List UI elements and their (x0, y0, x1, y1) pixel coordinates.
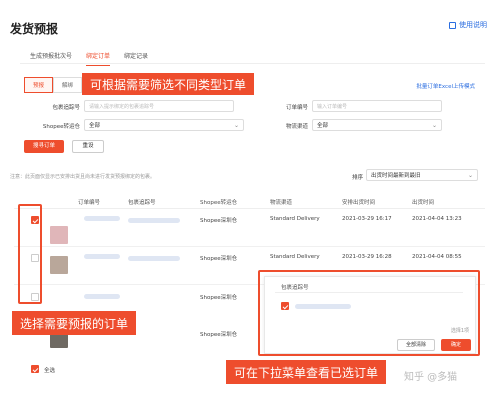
order-number-blurred (84, 216, 120, 221)
channel-select[interactable]: 全部 ⌄ (312, 119, 442, 131)
tabs-divider (20, 63, 485, 64)
help-link-label: 使用说明 (459, 21, 487, 29)
chevron-down-icon: ⌄ (431, 121, 437, 129)
select-all-checkbox[interactable] (31, 365, 39, 373)
notice-text: 注意：此页面仅显示已安排出货且尚未进行发货预报绑定的包裹。 (10, 174, 156, 180)
product-thumbnail (50, 226, 68, 244)
watermark: 知乎 @多猫 (404, 372, 458, 383)
order-number-input[interactable]: 输入订单编号 (312, 100, 442, 112)
package-tracking-input[interactable]: 请输入提示绑定的包裹追踪号 (84, 100, 234, 112)
row-ship-time: 2021-04-04 13:23 (412, 216, 462, 222)
subtab-unbind[interactable]: 解绑 (53, 77, 83, 93)
reset-button[interactable]: 重设 (72, 140, 104, 153)
sort-select[interactable]: 出货时间最新到最旧 ⌄ (366, 169, 478, 181)
row-arrange-time: 2021-03-29 16:28 (342, 254, 392, 260)
order-number-label: 订单编号 (285, 105, 308, 111)
column-header-warehouse: Shopee转运仓 (200, 200, 238, 206)
row-channel: Standard Delivery (270, 216, 320, 222)
chevron-down-icon: ⌄ (467, 171, 473, 179)
help-doc-icon (449, 21, 456, 29)
sort-select-value: 出货时间最新到最旧 (371, 173, 421, 179)
callout-select-orders: 选择需要预报的订单 (12, 311, 137, 335)
row-warehouse: Shopee深圳仓 (200, 218, 238, 224)
callout-filter: 可根据需要筛选不同类型订单 (82, 73, 255, 95)
order-number-blurred (84, 254, 120, 259)
select-all-label: 全选 (44, 368, 56, 374)
row-arrange-time: 2021-03-29 16:17 (342, 216, 392, 222)
page-title: 发货预报 (10, 22, 59, 36)
column-header-ship-time: 出货时间 (412, 200, 435, 206)
column-header-tracking: 包裹追踪号 (128, 200, 156, 206)
column-header-channel: 物流渠道 (270, 200, 293, 206)
subtab-forecast[interactable]: 预报 (24, 77, 54, 93)
channel-label: 物流渠道 (285, 124, 308, 130)
subtabs: 预报 解绑 (24, 77, 83, 93)
package-tracking-label: 包裹追踪号 (52, 105, 80, 111)
product-thumbnail (50, 256, 68, 274)
column-header-arrange-time: 安排出货时间 (342, 200, 376, 206)
warehouse-select[interactable]: 全部 ⌄ (84, 119, 244, 131)
row-channel: Standard Delivery (270, 254, 320, 260)
row-warehouse: Shopee深圳仓 (200, 256, 238, 262)
order-number-blurred (84, 294, 120, 299)
sort-label: 排序 (352, 175, 364, 181)
row-warehouse: Shopee深圳仓 (200, 295, 238, 301)
help-link[interactable]: 使用说明 (449, 20, 487, 30)
tracking-number-blurred (128, 218, 180, 223)
channel-select-value: 全部 (317, 123, 329, 129)
warehouse-label: Shopee转运仓 (42, 124, 80, 130)
checkbox-highlight-box (18, 204, 42, 304)
table-header-divider (14, 208, 485, 209)
tracking-number-blurred (128, 256, 180, 261)
callout-dropdown: 可在下拉菜单查看已选订单 (226, 360, 387, 384)
excel-upload-link[interactable]: 批量订单Excel上传模式 (416, 82, 475, 90)
warehouse-select-value: 全部 (89, 123, 101, 129)
dropdown-highlight-box (258, 270, 480, 356)
chevron-down-icon: ⌄ (233, 121, 239, 129)
row-ship-time: 2021-04-04 08:55 (412, 254, 462, 260)
row-divider (14, 246, 485, 247)
column-header-order-number: 订单编号 (78, 200, 101, 206)
search-orders-button[interactable]: 搜寻订单 (24, 140, 64, 153)
row-warehouse: Shopee深圳仓 (200, 332, 238, 338)
